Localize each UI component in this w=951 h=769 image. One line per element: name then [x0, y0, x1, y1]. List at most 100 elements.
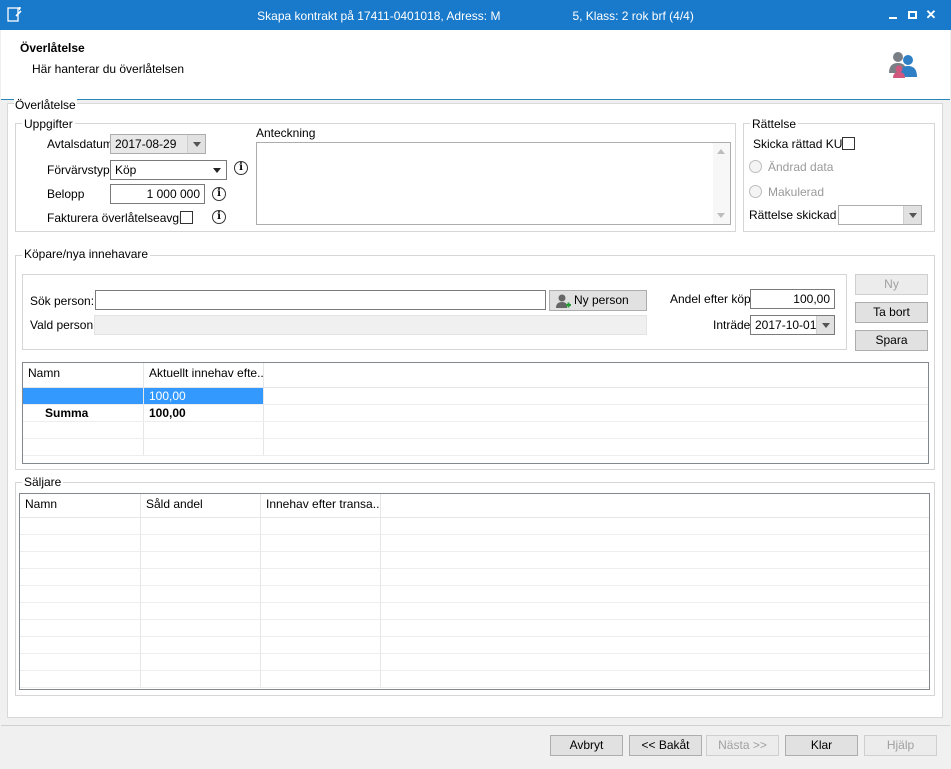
- table-row[interactable]: [20, 569, 929, 586]
- info-icon[interactable]: i: [212, 187, 226, 201]
- minimize-button[interactable]: [886, 7, 900, 23]
- people-icon: [889, 52, 917, 78]
- grid-cell: [261, 620, 381, 636]
- title-bar: Skapa kontrakt på 17411-0401018, Adress:…: [0, 0, 951, 30]
- grid-cell: [20, 552, 141, 568]
- table-row[interactable]: Summa 100,00: [23, 405, 928, 422]
- grid-header: Namn Aktuellt innehav efte...: [23, 363, 928, 388]
- sok-label: Sök person:: [30, 294, 95, 308]
- maximize-button[interactable]: [905, 7, 919, 23]
- grid-cell: [20, 518, 141, 534]
- cell-innehav: [144, 439, 264, 455]
- page-title: Överlåtelse: [20, 41, 85, 55]
- belopp-label: Belopp: [47, 187, 85, 201]
- table-row[interactable]: [20, 535, 929, 552]
- column-header-innehav[interactable]: Aktuellt innehav efte...: [144, 363, 264, 387]
- table-row[interactable]: [20, 654, 929, 671]
- skicka-label: Skicka rättad KU: [753, 137, 843, 151]
- footer-divider: [1, 725, 950, 726]
- info-icon[interactable]: i: [234, 161, 248, 175]
- saljare-legend: Säljare: [22, 475, 64, 489]
- chevron-down-icon[interactable]: [816, 316, 834, 334]
- grid-cell: [261, 637, 381, 653]
- table-row[interactable]: [20, 620, 929, 637]
- column-header-sald-andel[interactable]: Såld andel: [141, 494, 261, 517]
- fakturera-checkbox[interactable]: [180, 211, 193, 224]
- table-row[interactable]: [20, 603, 929, 620]
- uppgifter-legend: Uppgifter: [22, 117, 75, 131]
- grid-cell: [141, 620, 261, 636]
- andrad-radio[interactable]: [749, 160, 762, 173]
- chevron-down-icon[interactable]: [187, 135, 205, 153]
- table-row[interactable]: [20, 586, 929, 603]
- rattelse-legend: Rättelse: [750, 117, 799, 131]
- ny-person-button[interactable]: Ny person: [549, 290, 647, 311]
- table-row[interactable]: [23, 439, 928, 456]
- makulerad-label: Makulerad: [768, 185, 825, 199]
- table-row[interactable]: [20, 671, 929, 688]
- cell-innehav: 100,00: [144, 405, 264, 421]
- ta-bort-button[interactable]: Ta bort: [855, 302, 928, 323]
- sok-person-input[interactable]: [95, 290, 546, 310]
- table-row[interactable]: 100,00: [23, 388, 928, 405]
- person-search-box: [22, 274, 847, 350]
- nasta-button[interactable]: Nästa >>: [706, 735, 779, 756]
- saljare-grid[interactable]: Namn Såld andel Innehav efter transa...: [19, 493, 930, 690]
- info-icon[interactable]: i: [212, 210, 226, 224]
- anteckning-textarea[interactable]: [256, 142, 731, 225]
- grid-cell: [20, 620, 141, 636]
- grid-cell: [261, 535, 381, 551]
- grid-cell: [261, 569, 381, 585]
- column-header-innehav-efter[interactable]: Innehav efter transa...: [261, 494, 381, 517]
- chevron-down-icon[interactable]: [903, 206, 921, 224]
- grid-cell: [261, 586, 381, 602]
- scroll-down-icon[interactable]: [717, 213, 725, 218]
- table-row[interactable]: [23, 422, 928, 439]
- belopp-input[interactable]: 1 000 000: [110, 184, 205, 204]
- grid-cell: [20, 637, 141, 653]
- makulerad-radio[interactable]: [749, 185, 762, 198]
- close-button[interactable]: ✕: [924, 7, 938, 23]
- grid-cell: [261, 518, 381, 534]
- grid-cell: [20, 586, 141, 602]
- add-person-icon: [556, 294, 571, 308]
- cell-namn: Summa: [23, 405, 144, 421]
- kopare-legend: Köpare/nya innehavare: [22, 247, 151, 261]
- table-row[interactable]: [20, 637, 929, 654]
- column-header-namn[interactable]: Namn: [23, 363, 144, 387]
- cell-namn: [23, 422, 144, 438]
- grid-cell: [20, 671, 141, 687]
- andel-input[interactable]: 100,00: [750, 289, 835, 309]
- table-row[interactable]: [20, 552, 929, 569]
- avtalsdatum-picker[interactable]: 2017-08-29: [110, 134, 206, 154]
- hjalp-button[interactable]: Hjälp: [864, 735, 937, 756]
- bakat-button[interactable]: << Bakåt: [629, 735, 702, 756]
- grid-cell: [261, 552, 381, 568]
- grid-cell: [20, 569, 141, 585]
- forvarvstyp-value: Köp: [115, 163, 137, 177]
- forvarvstyp-select[interactable]: Köp: [110, 160, 227, 180]
- spara-button[interactable]: Spara: [855, 330, 928, 351]
- fakturera-label: Fakturera överlåtelseavgift: [47, 211, 189, 225]
- column-header-namn[interactable]: Namn: [20, 494, 141, 517]
- ny-button[interactable]: Ny: [855, 274, 928, 295]
- avbryt-button[interactable]: Avbryt: [550, 735, 623, 756]
- skickad-select[interactable]: [838, 205, 922, 225]
- avtalsdatum-label: Avtalsdatum: [47, 137, 113, 151]
- scroll-up-icon[interactable]: [717, 149, 725, 154]
- andel-label: Andel efter köp: [670, 292, 751, 306]
- kopare-grid[interactable]: Namn Aktuellt innehav efte... 100,00 Sum…: [22, 362, 929, 464]
- table-row[interactable]: [20, 518, 929, 535]
- grid-cell: [261, 603, 381, 619]
- grid-cell: [141, 603, 261, 619]
- skickad-label: Rättelse skickad: [749, 208, 837, 222]
- cell-innehav: 100,00: [144, 388, 264, 404]
- klar-button[interactable]: Klar: [785, 735, 858, 756]
- chevron-down-icon[interactable]: [208, 161, 226, 179]
- vald-person-field: [94, 315, 647, 335]
- intrade-picker[interactable]: 2017-10-01: [750, 315, 835, 335]
- andrad-label: Ändrad data: [768, 160, 834, 174]
- anteckning-scrollbar[interactable]: [713, 143, 730, 224]
- cell-innehav: [144, 422, 264, 438]
- skicka-checkbox[interactable]: [842, 137, 855, 150]
